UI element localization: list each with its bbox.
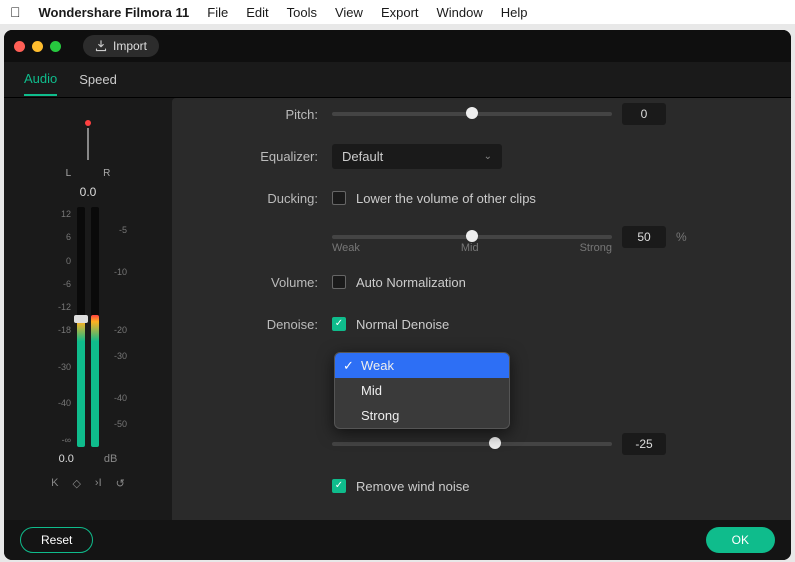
ducking-checkbox[interactable]	[332, 191, 346, 205]
tick-strong: Strong	[580, 242, 612, 254]
denoise-opt-weak[interactable]: Weak	[335, 353, 509, 378]
ducking-value[interactable]: 50	[622, 226, 666, 248]
denoise-opt-strong[interactable]: Strong	[335, 403, 509, 428]
ducking-slider[interactable]	[332, 235, 612, 239]
equalizer-select[interactable]: Default ⌄	[332, 144, 502, 169]
vu-meters: 1260-6-12-18-30-40-∞ -5-10-20-30-40-50	[49, 207, 127, 447]
auto-normalization-checkbox[interactable]	[332, 275, 346, 289]
panel-tabs: Audio Speed	[4, 62, 791, 98]
traffic-lights	[14, 41, 61, 52]
remove-wind-noise-checkbox[interactable]	[332, 479, 346, 493]
window-titlebar: Import	[4, 30, 791, 62]
ducking-row: Ducking: Lower the volume of other clips	[172, 184, 761, 212]
next-keyframe-icon[interactable]: ›I	[95, 477, 102, 490]
denoise-strength-dropdown[interactable]: Weak Mid Strong	[334, 352, 510, 429]
menu-view[interactable]: View	[335, 5, 363, 20]
apple-icon[interactable]: 	[10, 4, 21, 20]
denoise-slider[interactable]	[332, 442, 612, 446]
meter-left[interactable]	[77, 207, 85, 447]
auto-normalization-label: Auto Normalization	[356, 275, 466, 290]
tab-speed[interactable]: Speed	[79, 72, 117, 95]
menu-help[interactable]: Help	[501, 5, 528, 20]
remove-wind-noise-label: Remove wind noise	[356, 479, 469, 494]
dialog-footer: Reset OK	[4, 520, 791, 560]
reset-keyframe-icon[interactable]: ↺	[116, 477, 125, 490]
audio-meter-panel: L R 0.0 1260-6-12-18-30-40-∞ -5-10-20-30…	[4, 98, 172, 520]
denoise-opt-mid[interactable]: Mid	[335, 378, 509, 403]
prev-keyframe-icon[interactable]: K	[51, 477, 58, 490]
normal-denoise-checkbox[interactable]	[332, 317, 346, 331]
add-keyframe-icon[interactable]: ◇	[72, 477, 80, 490]
close-icon[interactable]	[14, 41, 25, 52]
pan-line	[87, 128, 89, 160]
equalizer-value: Default	[342, 149, 383, 164]
menu-window[interactable]: Window	[437, 5, 483, 20]
equalizer-row: Equalizer: Default ⌄	[172, 142, 761, 170]
pct-label: %	[676, 230, 687, 244]
menu-edit[interactable]: Edit	[246, 5, 268, 20]
ducking-cb-label: Lower the volume of other clips	[356, 191, 536, 206]
tick-mid: Mid	[461, 242, 479, 254]
tick-weak: Weak	[332, 242, 360, 254]
equalizer-label: Equalizer:	[172, 149, 332, 164]
pan-l: L	[66, 168, 72, 179]
denoise-label: Denoise:	[172, 317, 332, 332]
volume-label: Volume:	[172, 275, 332, 290]
denoise-slider-row: -25	[172, 430, 761, 458]
denoise-row: Denoise: Normal Denoise	[172, 310, 761, 338]
import-label: Import	[113, 39, 147, 53]
pitch-value[interactable]: 0	[622, 103, 666, 125]
pan-lr-labels: L R	[66, 168, 111, 179]
meter-right[interactable]	[91, 207, 99, 447]
normal-denoise-label: Normal Denoise	[356, 317, 449, 332]
import-button[interactable]: Import	[83, 35, 159, 57]
meter-scale-right: -5-10-20-30-40-50	[105, 207, 127, 447]
volume-row: Volume: Auto Normalization	[172, 268, 761, 296]
reset-button[interactable]: Reset	[20, 527, 93, 553]
fader-handle[interactable]	[74, 315, 88, 323]
zoom-icon[interactable]	[50, 41, 61, 52]
minimize-icon[interactable]	[32, 41, 43, 52]
meter-scale-left: 1260-6-12-18-30-40-∞	[49, 207, 71, 447]
import-icon	[95, 40, 107, 52]
db-value: 0.0	[59, 453, 74, 465]
pitch-label: Pitch:	[172, 107, 332, 122]
pitch-slider[interactable]	[332, 112, 612, 116]
tab-audio[interactable]: Audio	[24, 71, 57, 96]
chevron-down-icon: ⌄	[484, 151, 492, 162]
pan-value: 0.0	[80, 185, 97, 199]
db-readout: 0.0 dB	[59, 453, 118, 465]
pitch-row: Pitch: 0	[172, 100, 761, 128]
ducking-slider-row: 50 % Weak Mid Strong	[172, 226, 761, 254]
db-label: dB	[104, 453, 117, 465]
menu-file[interactable]: File	[207, 5, 228, 20]
app-name[interactable]: Wondershare Filmora 11	[39, 5, 190, 20]
ducking-label: Ducking:	[172, 191, 332, 206]
wind-noise-row: Remove wind noise	[172, 472, 761, 500]
menu-export[interactable]: Export	[381, 5, 419, 20]
keyframe-nav: K ◇ ›I ↺	[51, 477, 125, 490]
content-area: L R 0.0 1260-6-12-18-30-40-∞ -5-10-20-30…	[4, 98, 791, 520]
editor-window: Import Audio Speed L R 0.0 1260-6-12-18-…	[4, 30, 791, 560]
pan-r: R	[103, 168, 110, 179]
pan-indicator-icon	[85, 120, 91, 126]
audio-settings-panel: Pitch: 0 Equalizer: Default ⌄ Ducking:	[172, 98, 791, 520]
pan-knob[interactable]	[83, 120, 93, 160]
macos-menubar:  Wondershare Filmora 11 File Edit Tools…	[0, 0, 795, 24]
denoise-slider-value[interactable]: -25	[622, 433, 666, 455]
menu-tools[interactable]: Tools	[287, 5, 317, 20]
ok-button[interactable]: OK	[706, 527, 775, 553]
